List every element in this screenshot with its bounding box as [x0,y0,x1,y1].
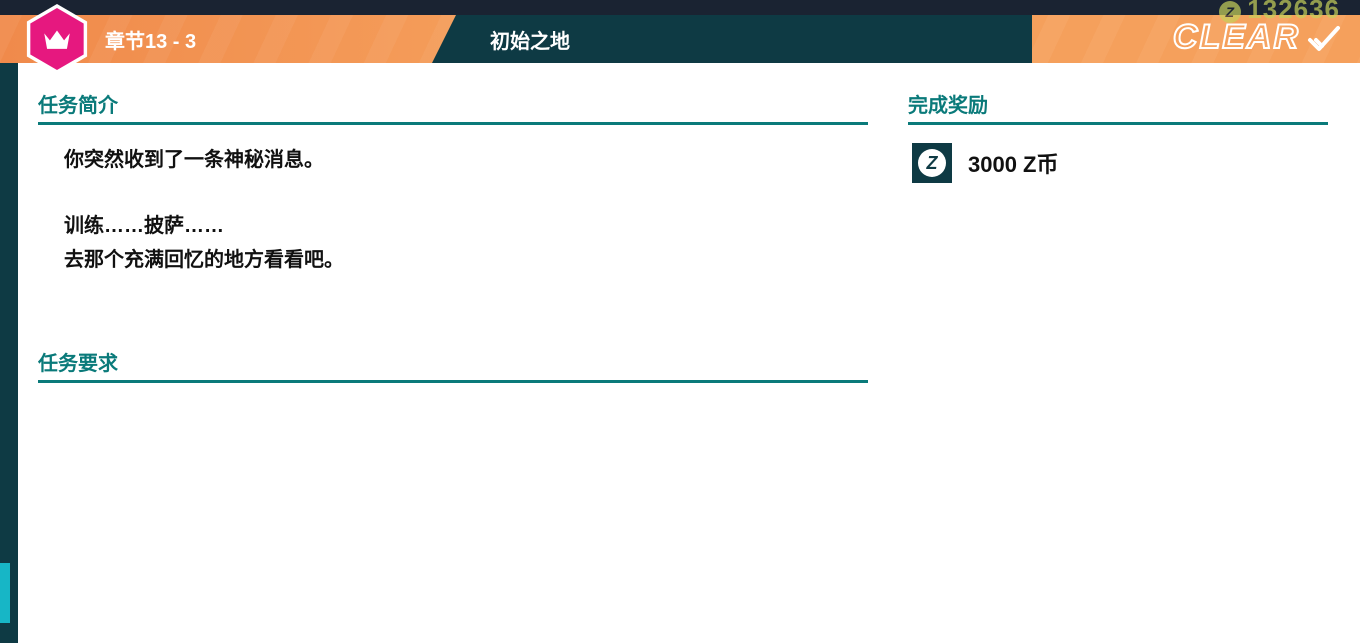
checkmark-icon [1306,20,1342,56]
main-panel: 任务简介 你突然收到了一条神秘消息。 训练……披萨…… 去那个充满回忆的地方看看… [18,63,1360,643]
reward-item[interactable]: Z 3000 Z币 [908,143,1328,183]
intro-paragraph: 你突然收到了一条神秘消息。 [64,143,868,177]
reward-label: 3000 Z币 [968,147,1059,179]
crown-icon [40,22,74,56]
intro-body: 你突然收到了一条神秘消息。 训练……披萨…… 去那个充满回忆的地方看看吧。 [38,143,868,277]
stage-title: 初始之地 [490,25,570,54]
left-accent-strip [0,63,18,643]
requirements-section-title: 任务要求 [38,347,868,383]
intro-paragraph: 训练……披萨…… 去那个充满回忆的地方看看吧。 [64,209,868,277]
rewards-section-title: 完成奖励 [908,89,1328,125]
chapter-label: 章节13 - 3 [105,25,196,54]
header-bar: 章节13 - 3 初始之地 [0,15,1360,63]
intro-line: 去那个充满回忆的地方看看吧。 [64,249,344,271]
right-column: 完成奖励 Z 3000 Z币 [888,63,1360,643]
clear-badge: CLEAR [1173,18,1342,57]
stage-title-tab: 初始之地 [432,15,1032,63]
intro-section-title: 任务简介 [38,89,868,125]
left-column: 任务简介 你突然收到了一条神秘消息。 训练……披萨…… 去那个充满回忆的地方看看… [18,63,888,643]
chapter-badge[interactable] [22,4,92,74]
z-coin-icon: Z [912,143,952,183]
clear-label: CLEAR [1173,18,1300,57]
intro-line: 训练……披萨…… [64,215,224,237]
